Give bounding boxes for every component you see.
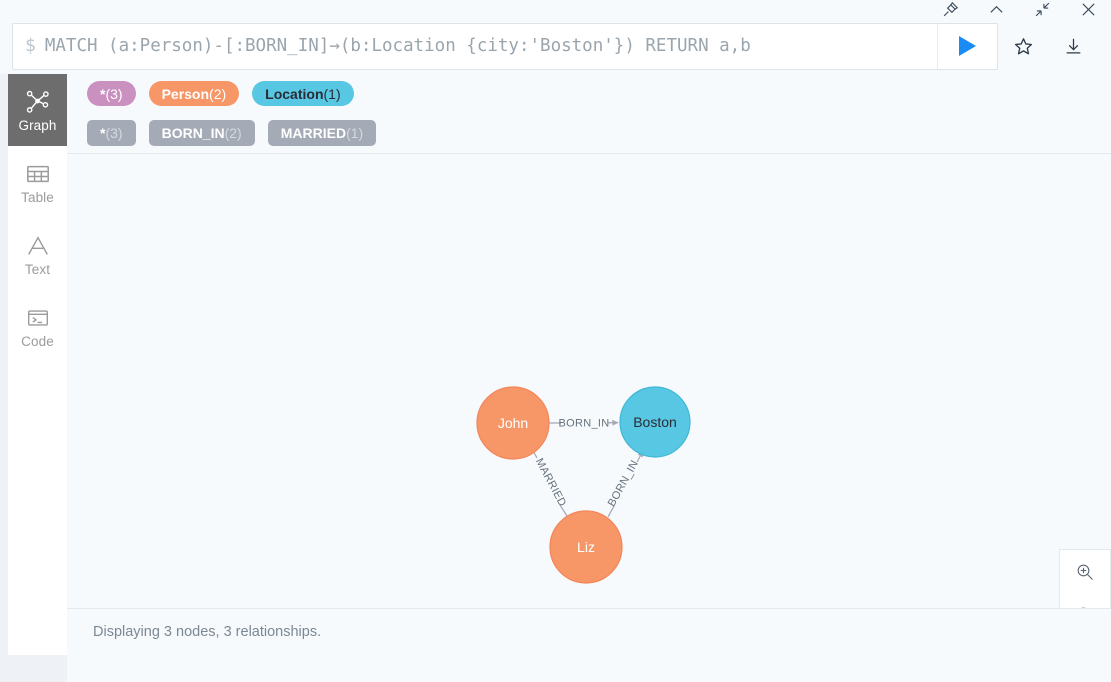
chip-count: (1) [324,87,341,101]
contract-icon[interactable] [1034,1,1051,18]
play-icon [959,36,976,56]
relationship-label: BORN_IN [559,418,610,430]
chip-count: (2) [225,126,242,140]
graph-legend: * (3) Person (2) Location (1) * (3) [67,74,1111,154]
sidebar-item-table[interactable]: Table [8,146,67,218]
legend-chip-born-in[interactable]: BORN_IN (2) [149,120,255,146]
graph-node-john[interactable]: John [477,387,549,459]
graph-view-panel: * (3) Person (2) Location (1) * (3) [67,74,1111,655]
chip-name: BORN_IN [162,126,225,140]
download-icon [1064,37,1083,56]
chip-count: (3) [105,126,122,140]
relationship-label: MARRIED [533,456,568,508]
query-input[interactable]: MATCH (a:Person)-[:BORN_IN]→(b:Location … [45,36,937,56]
table-icon [24,160,52,188]
graph-icon [24,88,52,116]
pin-icon[interactable] [942,1,959,18]
relationship-married-liz-john[interactable]: MARRIED [531,447,568,516]
relationship-label: BORN_IN [606,458,641,508]
status-bar: Displaying 3 nodes, 3 relationships. [67,608,1111,655]
query-editor-bar: $ MATCH (a:Person)-[:BORN_IN]→(b:Locatio… [0,18,1111,74]
editor-actions [998,23,1098,70]
zoom-in-icon [1075,562,1095,582]
graph-node-boston[interactable]: Boston [620,387,690,457]
run-query-button[interactable] [937,24,997,69]
legend-chip-all-rels[interactable]: * (3) [87,120,136,146]
node-caption: Liz [577,539,595,555]
sidebar-item-graph[interactable]: Graph [8,74,67,146]
chip-count: (1) [346,126,363,140]
node-caption: Boston [633,414,677,430]
favorite-button[interactable] [998,23,1048,70]
sidebar-item-label: Code [21,335,54,349]
relationship-born-in-john-boston[interactable]: BORN_IN [549,418,618,430]
legend-chip-person[interactable]: Person (2) [149,81,240,106]
graph-node-liz[interactable]: Liz [550,511,622,583]
legend-chip-location[interactable]: Location (1) [252,81,353,106]
prompt-sigil: $ [13,37,45,55]
chevron-up-icon[interactable] [988,1,1005,18]
relationship-born-in-liz-boston[interactable]: BORN_IN [606,451,643,517]
graph-svg[interactable]: BORN_IN MARRIED BORN_IN John [67,174,1111,682]
result-frame: Graph Table Text [0,74,1111,655]
chip-name: Location [265,87,323,101]
sidebar-item-code[interactable]: Code [8,290,67,362]
sidebar-item-label: Graph [18,119,56,133]
sidebar-item-label: Table [21,191,54,205]
relationship-type-chips: * (3) BORN_IN (2) MARRIED (1) [87,120,1111,145]
legend-chip-all-nodes[interactable]: * (3) [87,81,136,106]
chip-name: Person [162,87,209,101]
star-icon [1013,36,1034,57]
view-sidebar: Graph Table Text [8,74,67,655]
text-icon [24,232,52,260]
legend-chip-married[interactable]: MARRIED (1) [268,120,376,146]
chip-count: (3) [105,87,122,101]
code-icon [24,304,52,332]
download-button[interactable] [1048,23,1098,70]
chip-name: MARRIED [281,126,346,140]
sidebar-item-label: Text [25,263,50,277]
close-icon[interactable] [1080,1,1097,18]
window-controls [0,0,1111,18]
node-caption: John [498,415,528,431]
graph-canvas[interactable]: BORN_IN MARRIED BORN_IN John [67,174,1111,682]
status-text: Displaying 3 nodes, 3 relationships. [93,624,321,640]
node-label-chips: * (3) Person (2) Location (1) [87,81,1111,106]
sidebar-item-text[interactable]: Text [8,218,67,290]
query-input-box[interactable]: $ MATCH (a:Person)-[:BORN_IN]→(b:Locatio… [12,23,998,70]
chip-count: (2) [209,87,226,101]
zoom-in-button[interactable] [1060,550,1110,593]
